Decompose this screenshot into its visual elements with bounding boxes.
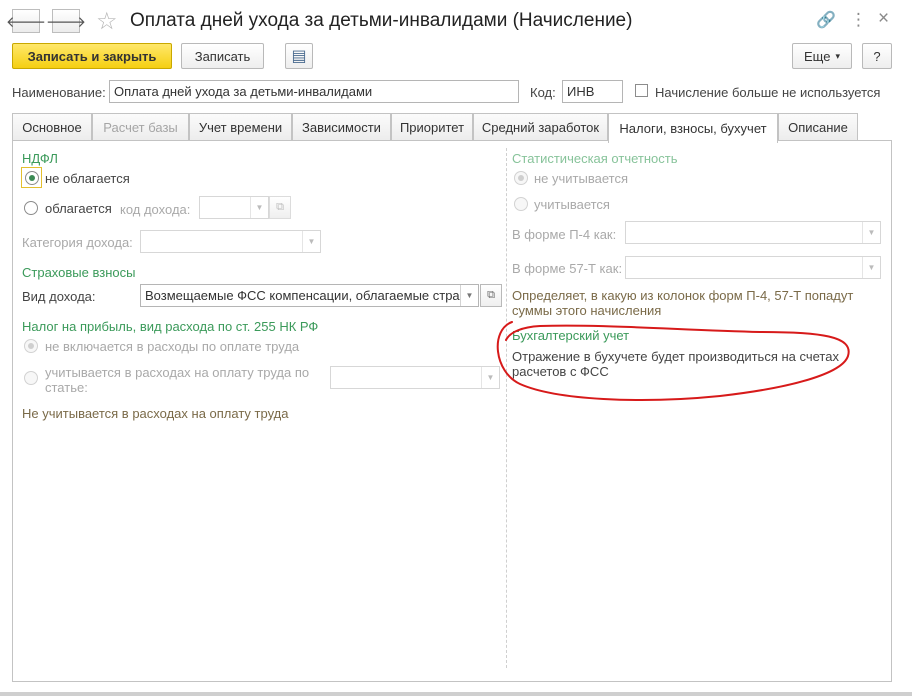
annotation-stroke — [496, 321, 850, 401]
window-bottom-edge — [0, 692, 912, 696]
annotation-circle — [496, 321, 850, 401]
tab-taxes[interactable]: Налоги, взносы, бухучет — [608, 113, 778, 143]
